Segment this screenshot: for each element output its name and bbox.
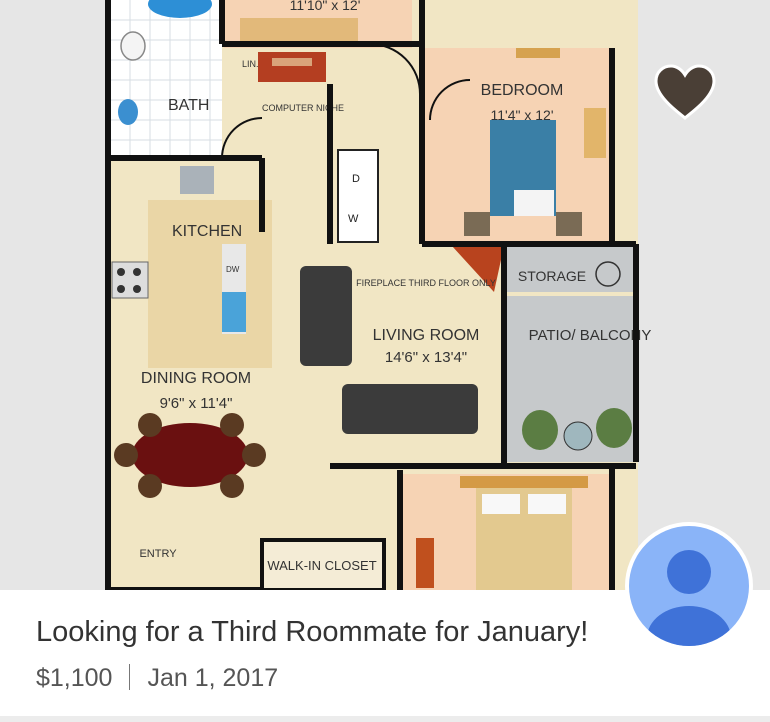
listing-date: Jan 1, 2017 — [147, 664, 279, 692]
listing-card[interactable]: 11'10" x 12' LIN. COMPUTER NICHE BATH BE… — [0, 0, 770, 722]
patio-label: PATIO/ BALCONY — [529, 327, 652, 344]
heart-icon[interactable] — [654, 64, 716, 120]
bath-label: BATH — [168, 97, 209, 114]
listing-photo[interactable]: 11'10" x 12' LIN. COMPUTER NICHE BATH BE… — [0, 0, 770, 590]
listing-meta: $1,100 Jan 1, 2017 — [36, 664, 278, 693]
dishwasher-label: DW — [226, 265, 240, 274]
card-bottom-border — [0, 716, 770, 722]
meta-divider — [129, 664, 131, 690]
dining-room-dims: 9'6" x 11'4" — [160, 395, 233, 412]
fireplace-label: FIREPLACE THIRD FLOOR ONLY — [356, 278, 496, 288]
user-avatar-icon — [629, 526, 749, 646]
kitchen-label: KITCHEN — [172, 223, 242, 240]
bedroom-dims: 11'4" x 12' — [491, 107, 554, 123]
living-room-dims: 14'6" x 13'4" — [385, 349, 467, 366]
user-avatar[interactable] — [625, 522, 753, 650]
listing-price: $1,100 — [36, 664, 113, 692]
dining-room-label: DINING ROOM — [141, 370, 251, 387]
top-room-dims: 11'10" x 12' — [290, 0, 361, 13]
linen-label: LIN. — [242, 59, 259, 69]
storage-label: STORAGE — [518, 268, 586, 284]
washer-label: W — [348, 213, 359, 225]
living-room-label: LIVING ROOM — [373, 327, 480, 344]
entry-label: ENTRY — [139, 548, 177, 560]
listing-title[interactable]: Looking for a Third Roommate for January… — [36, 616, 588, 649]
bedroom-label: BEDROOM — [481, 82, 564, 99]
walk-in-closet-label: WALK-IN CLOSET — [267, 558, 376, 573]
dryer-label: D — [352, 173, 360, 185]
